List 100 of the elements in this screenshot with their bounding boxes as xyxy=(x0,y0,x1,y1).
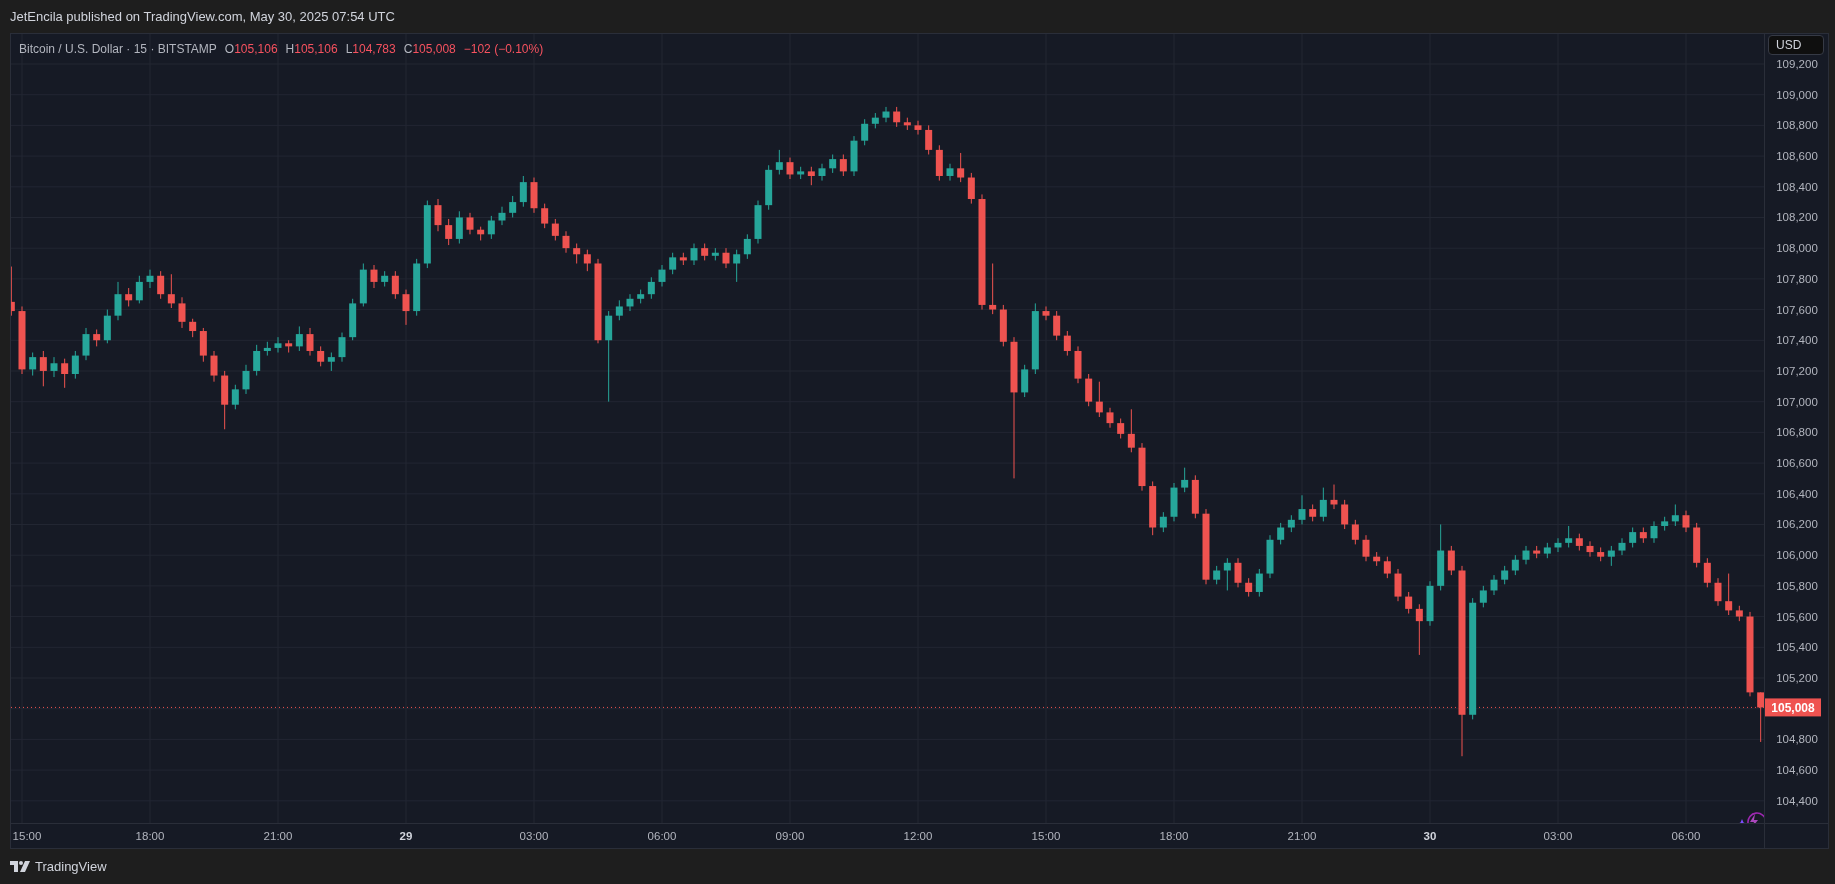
candlestick xyxy=(93,329,101,347)
price-label: 108,200 xyxy=(1776,211,1818,224)
candlestick xyxy=(434,198,442,232)
candlestick xyxy=(189,318,197,338)
candlestick xyxy=(1533,545,1541,559)
price-label: 108,000 xyxy=(1776,242,1818,255)
candlestick xyxy=(1575,533,1583,552)
candlestick xyxy=(349,298,357,341)
candlestick xyxy=(1362,534,1370,562)
price-label: 107,800 xyxy=(1776,272,1818,285)
time-label: 21:00 xyxy=(1287,830,1317,842)
time-label: 15:00 xyxy=(12,830,42,842)
candlestick xyxy=(1213,565,1221,585)
candlestick xyxy=(765,164,773,211)
candlestick xyxy=(146,269,154,289)
candlestick xyxy=(1490,574,1498,596)
candlestick xyxy=(1394,568,1402,602)
price-label: 106,400 xyxy=(1776,487,1818,500)
candlestick xyxy=(167,273,175,309)
candlestick xyxy=(818,163,826,182)
candlestick xyxy=(1511,554,1519,576)
candlestick xyxy=(690,243,698,266)
currency-button[interactable]: USD xyxy=(1768,35,1824,55)
candlestick xyxy=(807,166,815,186)
ohlc-value: H105,106 xyxy=(285,41,338,58)
candlestick xyxy=(114,281,122,321)
candlestick xyxy=(647,276,655,300)
price-label: 108,800 xyxy=(1776,119,1818,132)
candlestick xyxy=(285,339,293,353)
ohlc-value: C105,008 xyxy=(403,41,456,58)
candlestick xyxy=(1618,537,1626,556)
candlestick xyxy=(125,287,133,307)
candlestick xyxy=(487,215,495,240)
price-label: 104,800 xyxy=(1776,733,1818,746)
candlestick xyxy=(317,345,325,367)
candlestick xyxy=(295,325,303,352)
candlestick xyxy=(1191,474,1199,519)
candlestick xyxy=(914,120,922,136)
price-label: 107,000 xyxy=(1776,395,1818,408)
candlestick xyxy=(583,249,591,272)
candlestick xyxy=(1661,516,1669,532)
candlestick xyxy=(1543,542,1551,559)
candlestick xyxy=(1170,482,1178,522)
candlestick xyxy=(477,226,485,241)
candlestick xyxy=(999,304,1007,347)
candlestick xyxy=(1106,407,1114,429)
time-label: 03:00 xyxy=(1543,830,1573,842)
candlestick xyxy=(1341,499,1349,530)
time-label: 12:00 xyxy=(903,830,933,842)
price-label: 108,400 xyxy=(1776,180,1818,193)
price-label: 109,000 xyxy=(1776,88,1818,101)
candlestick xyxy=(1693,522,1701,568)
candlestick xyxy=(402,289,410,326)
candlestick xyxy=(61,358,69,389)
candlestick xyxy=(701,243,709,261)
candlestick xyxy=(1607,545,1615,567)
candlestick xyxy=(11,266,15,317)
candlestick xyxy=(1565,525,1573,548)
candlestick xyxy=(1319,487,1327,522)
price-label: 107,400 xyxy=(1776,334,1818,347)
candlestick xyxy=(391,270,399,300)
candlestick xyxy=(1138,442,1146,492)
candlestick xyxy=(82,327,90,361)
candlestick xyxy=(423,200,431,269)
candlestick xyxy=(551,218,559,241)
candlestick xyxy=(1501,565,1509,585)
candlestick xyxy=(957,152,965,183)
candlestick xyxy=(562,230,570,254)
candlestick xyxy=(722,247,730,269)
candlestick xyxy=(1245,577,1253,598)
price-label: 106,000 xyxy=(1776,549,1818,562)
candlestick xyxy=(658,264,666,287)
candlestick xyxy=(1522,545,1530,565)
time-label: 30 xyxy=(1423,830,1437,842)
candlestick xyxy=(829,154,837,174)
price-label: 105,600 xyxy=(1776,610,1818,623)
candlestick xyxy=(839,154,847,177)
candlestick xyxy=(1074,345,1082,384)
candlestick xyxy=(1479,585,1487,608)
brand-name: TradingView xyxy=(35,857,107,876)
lightning-icon[interactable] xyxy=(1737,812,1764,823)
time-label: 06:00 xyxy=(647,830,677,842)
candlestick xyxy=(1063,330,1071,357)
candlestick xyxy=(1415,603,1423,656)
candlestick xyxy=(871,112,879,129)
candlestick xyxy=(1735,605,1743,622)
price-label: 104,600 xyxy=(1776,764,1818,777)
candlestick xyxy=(1586,540,1594,558)
candlestick xyxy=(1554,537,1562,553)
candlestick xyxy=(637,289,645,304)
candlestick xyxy=(925,124,933,155)
candlestick xyxy=(1373,551,1381,567)
candlestick xyxy=(669,252,677,275)
candlestick xyxy=(1085,373,1093,407)
price-label: 107,600 xyxy=(1776,303,1818,316)
candlestick xyxy=(50,356,58,378)
candlestick xyxy=(327,352,335,372)
candlestick xyxy=(1597,546,1605,562)
candlestick xyxy=(1351,519,1359,545)
candlestick xyxy=(103,309,111,344)
